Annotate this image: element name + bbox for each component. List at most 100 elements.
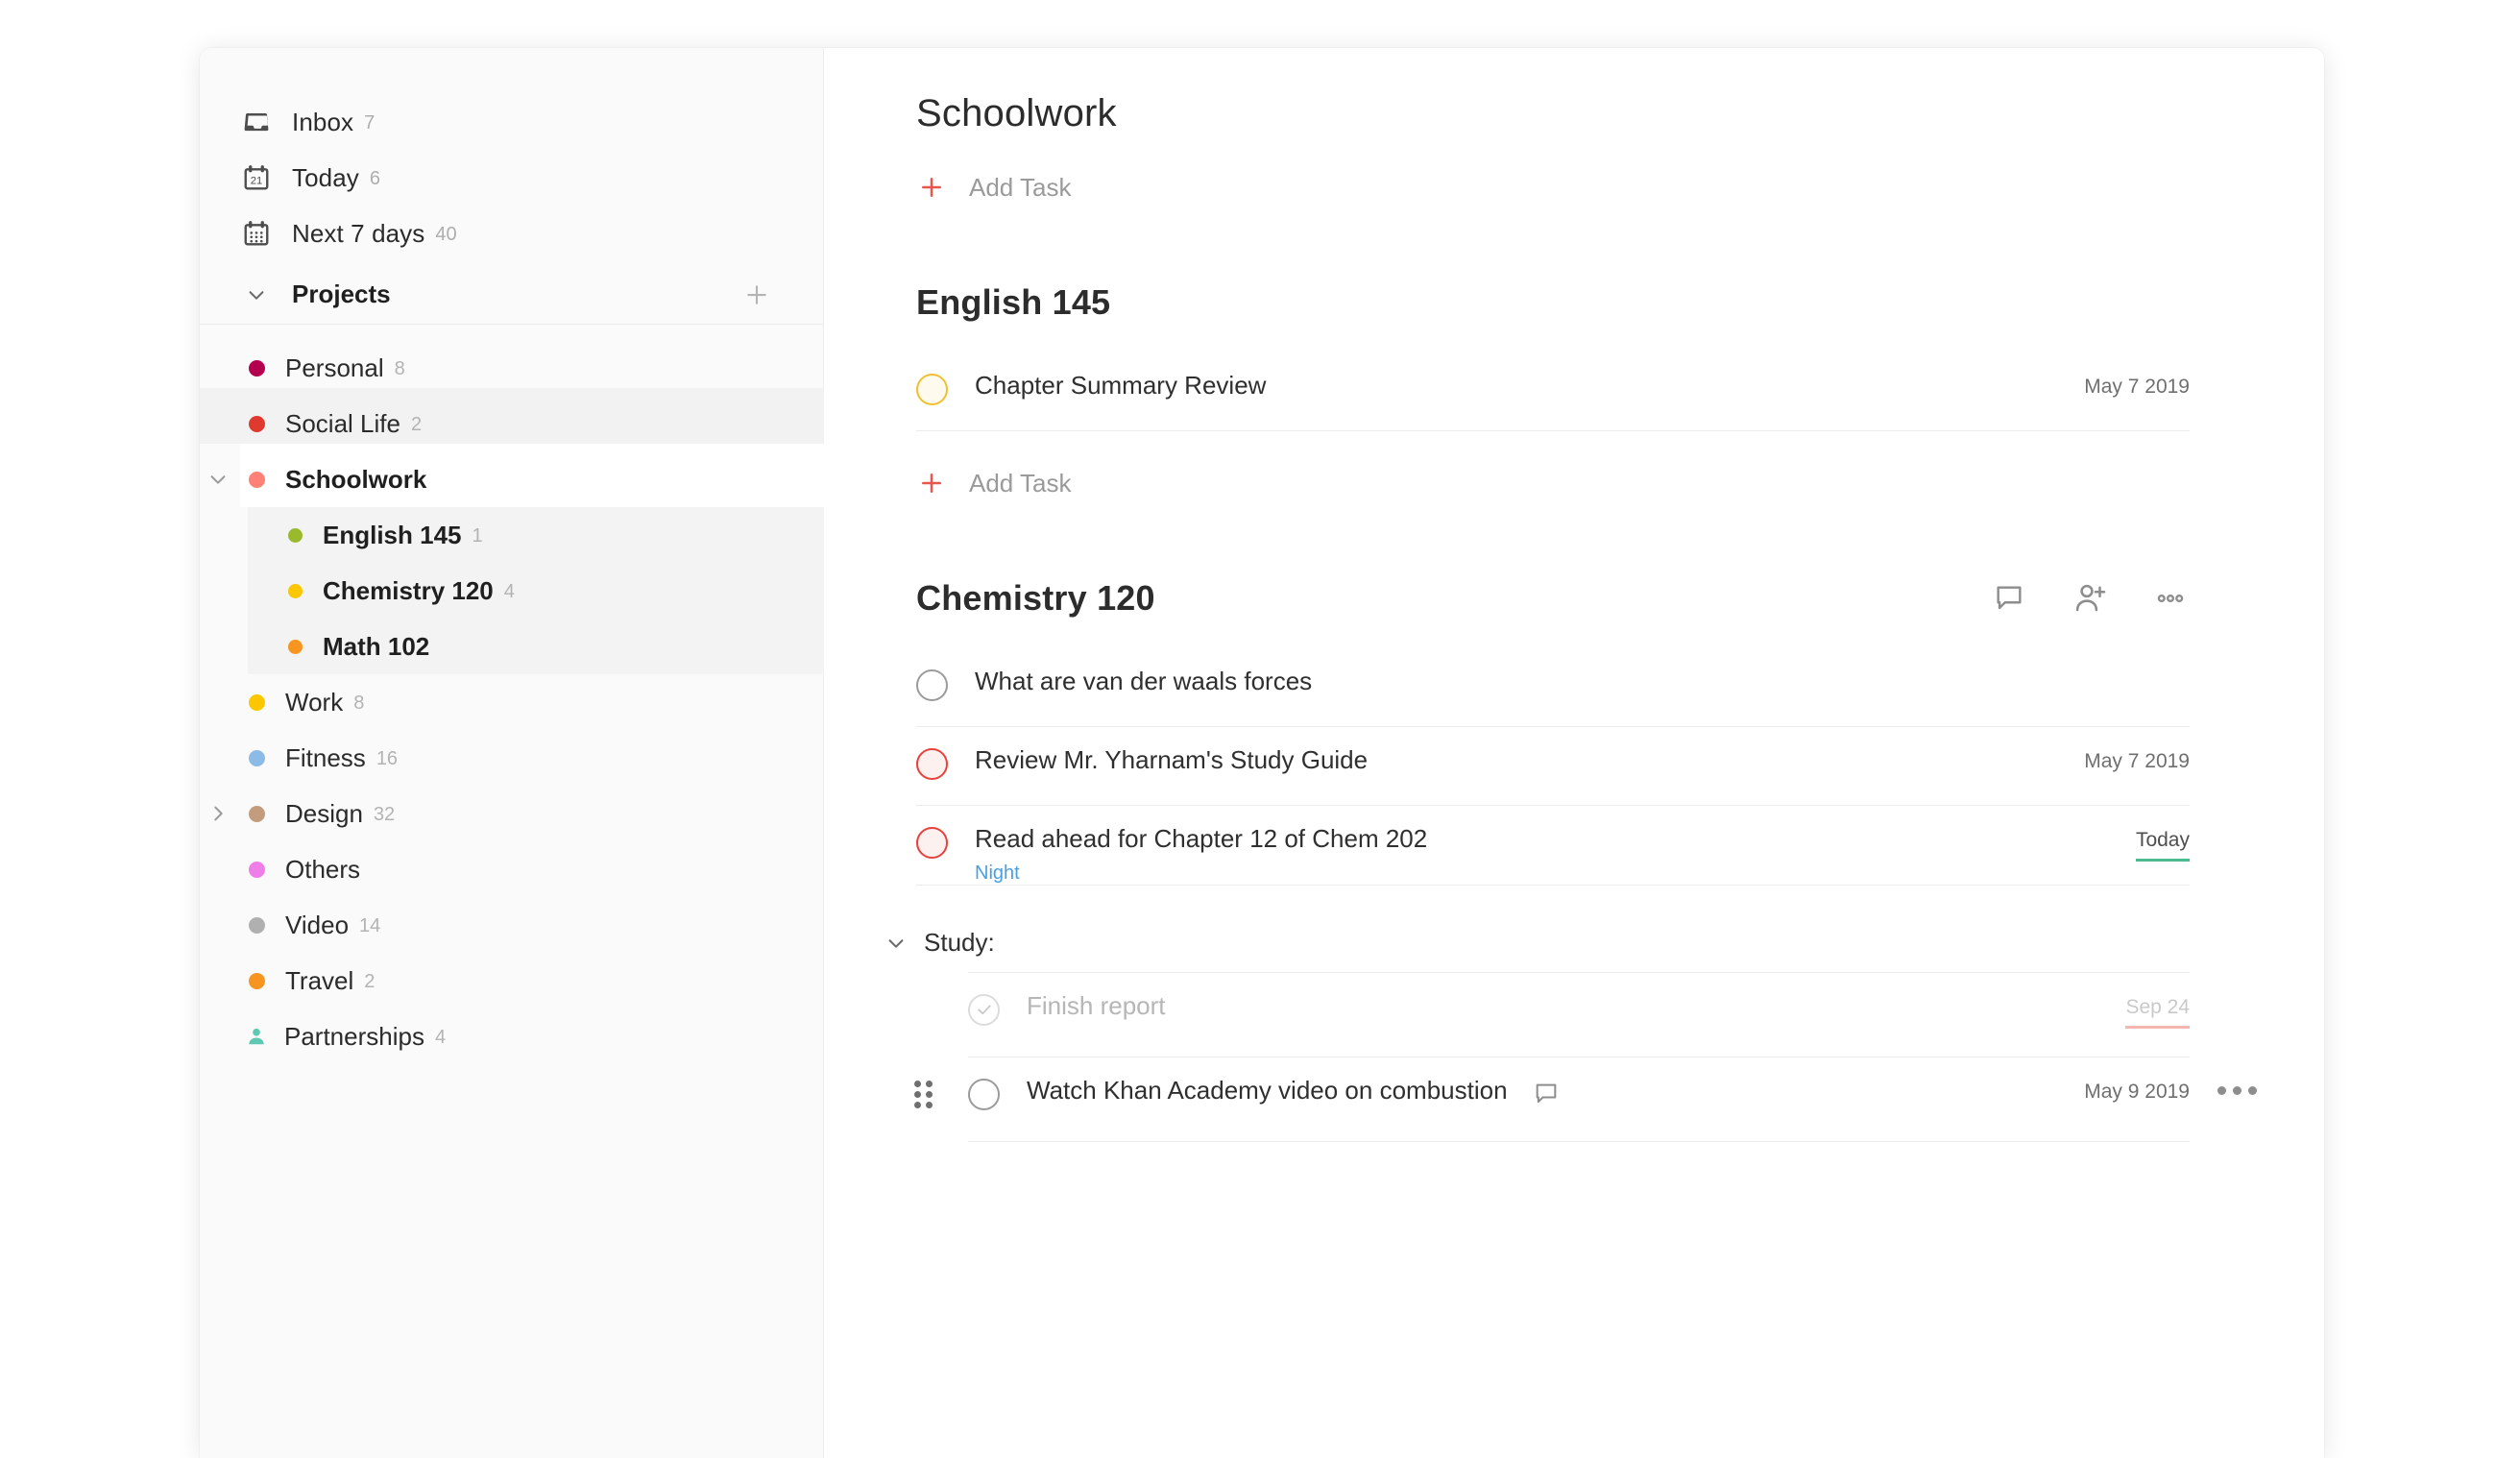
task-section: English 145 Chapter Summary Review May 7 2… (916, 278, 2190, 510)
sidebar-item-count: 7 (364, 112, 376, 134)
sidebar-item-label: Inbox (292, 107, 354, 136)
task-checkbox[interactable] (916, 827, 948, 859)
task-checkbox[interactable] (968, 1078, 1000, 1110)
task-due-date[interactable]: Sep 24 (2125, 992, 2190, 1029)
task-title: Chapter Summary Review (975, 371, 1267, 400)
task-title-line: Read ahead for Chapter 12 of Chem 202 (975, 825, 2113, 853)
sidebar-project-count: 14 (359, 915, 381, 936)
task-title-line: Finish report (1027, 990, 2102, 1020)
task-due-date[interactable]: May 7 2019 (2084, 746, 2190, 773)
project-color-dot (249, 805, 265, 822)
sidebar-project-label: Fitness (285, 742, 366, 772)
task-list: Chapter Summary Review May 7 2019 (916, 352, 2190, 431)
comment-icon[interactable] (1533, 1081, 1560, 1107)
projects-label: Projects (292, 279, 391, 308)
sidebar-project-english-145[interactable]: English 145 1 (200, 507, 823, 563)
project-color-dot (249, 359, 265, 377)
task-row[interactable]: Chapter Summary Review May 7 2019 (916, 352, 2190, 431)
task-due-date[interactable]: May 7 2019 (2084, 372, 2190, 399)
task-row[interactable]: Finish report Sep 24 (968, 973, 2190, 1057)
project-color-dot (288, 527, 303, 543)
sidebar: Inbox 7 21 Today 6 Next 7 days 40 Projects Per… (200, 48, 824, 1458)
sidebar-project-label: Design (285, 798, 363, 828)
add-project-button[interactable] (740, 279, 773, 311)
task-row[interactable]: What are van der waals forces (916, 648, 2190, 727)
project-color-dot (249, 972, 265, 989)
task-title: What are van der waals forces (975, 667, 1313, 695)
task-body: What are van der waals forces (975, 668, 2190, 695)
sidebar-project-social-life[interactable]: Social Life 2 (200, 396, 823, 451)
task-section: Chemistry 120 What are van der waals forc… (888, 573, 2257, 1142)
task-body: Review Mr. Yharnam's Study Guide (975, 746, 2061, 774)
task-checkbox[interactable] (916, 374, 948, 405)
sidebar-project-label: Work (285, 687, 344, 717)
task-group-header[interactable]: Study: (882, 914, 2190, 972)
add-task-button[interactable]: Add Task (916, 456, 2190, 510)
task-group-title: Study: (924, 928, 995, 958)
sidebar-project-fitness[interactable]: Fitness 16 (200, 730, 823, 786)
task-due-date[interactable]: May 9 2019 (2084, 1077, 2190, 1104)
more-icon[interactable] (2151, 579, 2190, 618)
task-title: Read ahead for Chapter 12 of Chem 202 (975, 824, 1428, 853)
sidebar-project-chemistry-120[interactable]: Chemistry 120 4 (200, 563, 823, 619)
task-title: Watch Khan Academy video on combustion (1027, 1075, 1508, 1105)
sidebar-project-label: Math 102 (323, 631, 430, 661)
task-title-line: Review Mr. Yharnam's Study Guide (975, 746, 2061, 774)
sidebar-item-next-7-days[interactable]: Next 7 days 40 (200, 206, 823, 261)
sidebar-project-label: English 145 (323, 520, 462, 549)
task-row[interactable]: Watch Khan Academy video on combustion Ma… (914, 1057, 2257, 1142)
task-list: What are van der waals forces Review Mr. … (916, 648, 2190, 886)
sidebar-project-partnerships[interactable]: Partnerships 4 (200, 1008, 823, 1064)
task-title: Finish report (1027, 990, 1166, 1020)
chevron-down-icon[interactable] (882, 929, 910, 958)
task-title-line: Chapter Summary Review (975, 372, 2061, 400)
task-checkbox[interactable] (916, 748, 948, 780)
app-window: Inbox 7 21 Today 6 Next 7 days 40 Projects Per… (200, 48, 2324, 1458)
calendar-week-icon (240, 217, 273, 250)
chevron-down-icon[interactable] (240, 279, 273, 311)
sections-container: English 145 Chapter Summary Review May 7 2… (888, 278, 2257, 1142)
task-checkbox-completed[interactable] (968, 993, 1000, 1026)
sidebar-item-label: Today (292, 162, 359, 192)
projects-list: Personal 8 Social Life 2 Schoolwork English 1… (200, 325, 824, 1064)
add-person-icon[interactable] (2071, 579, 2109, 618)
sidebar-project-label: Travel (285, 965, 354, 995)
sidebar-item-inbox[interactable]: Inbox 7 (200, 94, 823, 150)
task-body: Finish report (1027, 990, 2102, 1020)
sidebar-project-count: 2 (364, 971, 376, 992)
sidebar-nav-list: Inbox 7 21 Today 6 Next 7 days 40 (200, 94, 823, 261)
sidebar-project-math-102[interactable]: Math 102 (200, 619, 823, 674)
svg-text:21: 21 (251, 176, 263, 187)
drag-handle-icon[interactable] (914, 1081, 935, 1109)
comment-icon[interactable] (1990, 579, 2028, 618)
sidebar-item-today[interactable]: 21 Today 6 (200, 150, 823, 206)
sidebar-project-personal[interactable]: Personal 8 (200, 340, 823, 396)
sidebar-project-design[interactable]: Design 32 (200, 786, 823, 841)
chevron-down-icon[interactable] (206, 467, 230, 492)
section-header: Chemistry 120 (916, 573, 2190, 623)
sidebar-project-work[interactable]: Work 8 (200, 674, 823, 730)
plus-icon (916, 172, 947, 203)
project-color-dot (249, 415, 265, 432)
task-due-date[interactable]: Today (2135, 825, 2190, 862)
sidebar-item-label: Next 7 days (292, 218, 425, 248)
task-row[interactable]: Read ahead for Chapter 12 of Chem 202 Nig… (916, 806, 2190, 886)
section-title: English 145 (916, 282, 1111, 322)
chevron-right-icon[interactable] (206, 801, 230, 826)
sidebar-item-count: 40 (435, 224, 457, 245)
sidebar-project-schoolwork[interactable]: Schoolwork (200, 451, 823, 507)
task-more-icon[interactable] (2217, 1085, 2257, 1095)
task-title: Review Mr. Yharnam's Study Guide (975, 745, 1369, 774)
sidebar-project-travel[interactable]: Travel 2 (200, 953, 823, 1008)
task-row[interactable]: Review Mr. Yharnam's Study Guide May 7 20… (916, 727, 2190, 806)
add-task-button-top[interactable]: Add Task (916, 160, 2190, 214)
project-color-dot (249, 916, 265, 934)
task-title-line: What are van der waals forces (975, 668, 2190, 695)
projects-section-header[interactable]: Projects (200, 265, 823, 325)
sidebar-project-others[interactable]: Others (200, 841, 823, 897)
sidebar-project-video[interactable]: Video 14 (200, 897, 823, 953)
task-body: Read ahead for Chapter 12 of Chem 202 Nig… (975, 825, 2113, 885)
sidebar-project-count: 1 (472, 525, 483, 547)
task-checkbox[interactable] (916, 669, 948, 701)
task-body: Chapter Summary Review (975, 372, 2061, 400)
